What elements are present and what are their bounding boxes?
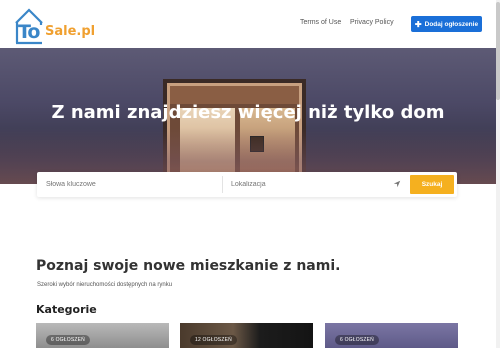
listing-count-badge: 6 OGŁOSZEŃ: [46, 335, 90, 345]
section-subtitle: Szeroki wybór nieruchomości dostępnych n…: [37, 282, 173, 288]
categories-title: Kategorie: [36, 303, 97, 316]
keywords-input[interactable]: [46, 177, 216, 192]
location-arrow-icon[interactable]: [393, 180, 401, 188]
add-listing-label: Dodaj ogłoszenie: [424, 20, 479, 28]
logo-text-sale: Sale.pl: [45, 24, 96, 39]
section-title: Poznaj swoje nowe mieszkanie z nami.: [36, 258, 341, 274]
category-card[interactable]: 12 OGŁOSZEŃ: [180, 323, 313, 348]
nav-privacy-link[interactable]: Privacy Policy: [350, 19, 394, 26]
search-button[interactable]: Szukaj: [410, 175, 454, 194]
search-divider: [222, 176, 223, 193]
category-card[interactable]: 6 OGŁOSZEŃ: [36, 323, 169, 348]
plus-icon: ✚: [414, 19, 422, 29]
logo-text-to: To: [18, 21, 40, 43]
location-input[interactable]: [231, 177, 381, 192]
hero-banner: Z nami znajdziesz więcej niż tylko dom: [0, 48, 496, 184]
scrollbar-thumb[interactable]: [496, 2, 500, 100]
hero-title: Z nami znajdziesz więcej niż tylko dom: [51, 102, 445, 123]
site-logo[interactable]: To Sale.pl: [14, 5, 104, 45]
add-listing-button[interactable]: ✚ Dodaj ogłoszenie: [411, 16, 482, 32]
site-header: To Sale.pl Terms of Use Privacy Policy ✚…: [0, 0, 500, 48]
page-scrollbar[interactable]: [496, 0, 500, 348]
nav-terms-link[interactable]: Terms of Use: [300, 19, 341, 26]
category-card[interactable]: 6 OGŁOSZEŃ: [325, 323, 458, 348]
search-bar: Szukaj: [37, 172, 457, 197]
listing-count-badge: 6 OGŁOSZEŃ: [335, 335, 379, 345]
listing-count-badge: 12 OGŁOSZEŃ: [190, 335, 237, 345]
